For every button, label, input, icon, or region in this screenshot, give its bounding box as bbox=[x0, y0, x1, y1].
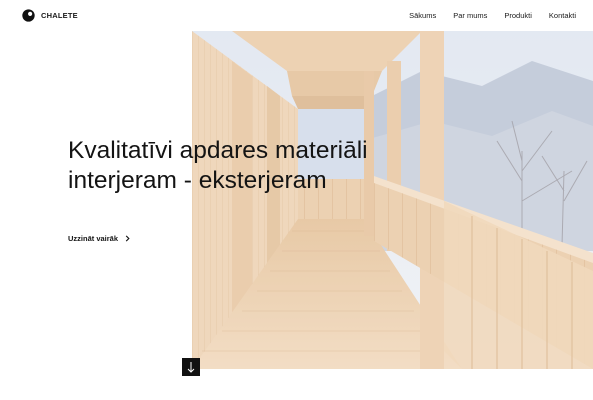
learn-more-label: Uzzināt vairāk bbox=[68, 234, 119, 243]
brand-name: CHALETE bbox=[41, 11, 78, 20]
nav-item-kontakti[interactable]: Kontakti bbox=[549, 11, 576, 20]
wooden-balcony-photo bbox=[192, 31, 593, 369]
chalete-logo-icon bbox=[22, 9, 35, 22]
scroll-down-button[interactable] bbox=[182, 358, 200, 376]
chevron-right-icon bbox=[125, 235, 130, 242]
nav-item-sakums[interactable]: Sākums bbox=[409, 11, 436, 20]
hero-headline-line-2: interjeram - eksterjeram bbox=[68, 167, 327, 194]
learn-more-link[interactable]: Uzzināt vairāk bbox=[68, 234, 130, 243]
arrow-down-icon bbox=[187, 362, 195, 373]
logo[interactable]: CHALETE bbox=[22, 9, 78, 22]
main-nav: Sākums Par mums Produkti Kontakti bbox=[392, 11, 576, 20]
hero-headline-line-1: Kvalitatīvi apdares materiāli bbox=[68, 137, 368, 164]
hero-headline: Kvalitatīvi apdares materiāli interjeram… bbox=[68, 136, 368, 196]
hero-image bbox=[192, 31, 593, 369]
nav-item-produkti[interactable]: Produkti bbox=[504, 11, 532, 20]
nav-item-par-mums[interactable]: Par mums bbox=[453, 11, 487, 20]
